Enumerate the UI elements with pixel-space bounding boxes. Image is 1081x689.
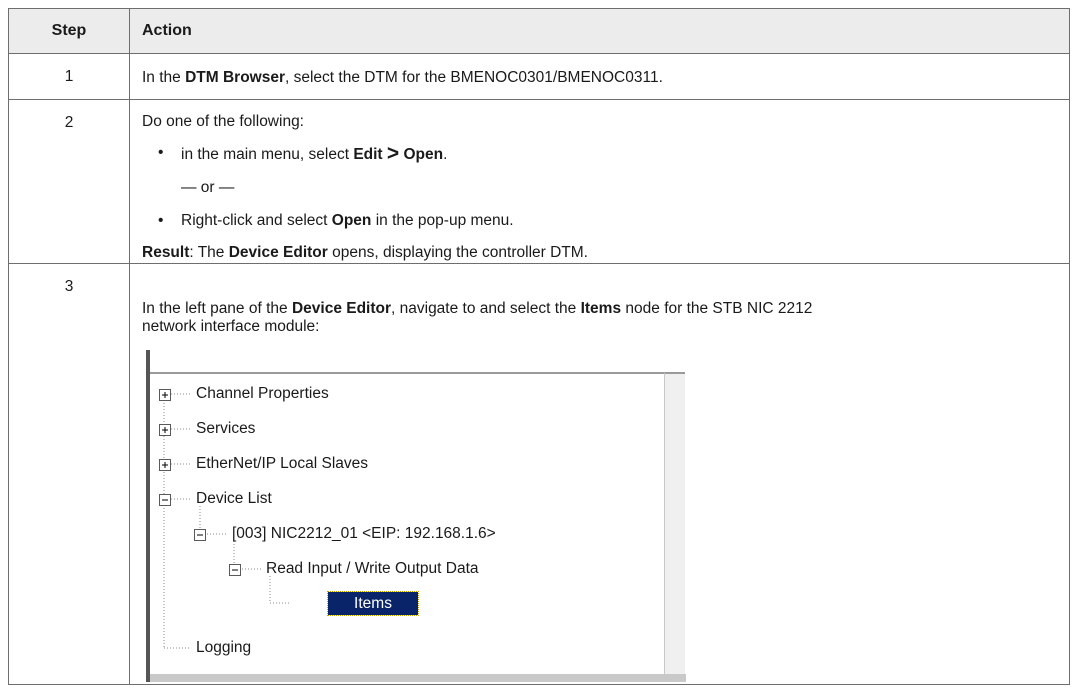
action-text: In the DTM Browser, select the DTM for t… <box>142 69 663 86</box>
tree-node-logging[interactable]: Logging <box>196 639 251 657</box>
step-number: 1 <box>8 53 130 100</box>
list-item: • in the main menu, select Edit > Open. <box>158 142 448 165</box>
expand-icon[interactable] <box>159 459 171 471</box>
collapse-icon[interactable] <box>229 564 241 576</box>
menu-separator-icon: > <box>386 142 400 165</box>
ui-term: Device Editor <box>291 300 392 317</box>
action-intro: Do one of the following: <box>142 113 304 130</box>
action-text: In the left pane of the Device Editor, n… <box>142 300 813 317</box>
tree-node-items-selected[interactable]: Items <box>327 591 419 616</box>
list-item: • Right-click and select Open in the pop… <box>158 212 514 229</box>
result-text: Result: The Device Editor opens, display… <box>142 244 588 261</box>
tree-node-device-list[interactable]: Device List <box>196 490 272 508</box>
action-cell: In the DTM Browser, select the DTM for t… <box>129 53 1070 100</box>
or-separator: — or — <box>181 179 235 196</box>
ui-term: Device Editor <box>228 244 328 261</box>
bullet-icon: • <box>158 144 164 161</box>
table-row: 3 In the left pane of the Device Editor,… <box>8 263 1070 685</box>
action-text: network interface module: <box>142 318 320 335</box>
tree-node-channel-properties[interactable]: Channel Properties <box>196 385 329 403</box>
action-header: Action <box>129 8 1070 54</box>
bullet-icon: • <box>158 212 164 229</box>
tree-node-nic2212[interactable]: [003] NIC2212_01 <EIP: 192.168.1.6> <box>232 525 496 543</box>
expand-icon[interactable] <box>159 424 171 436</box>
action-cell: Do one of the following: • in the main m… <box>129 99 1070 264</box>
expand-icon[interactable] <box>159 389 171 401</box>
device-editor-tree-screenshot: Channel Properties Services EtherNet/IP … <box>142 350 688 684</box>
table-row: 1 In the DTM Browser, select the DTM for… <box>8 53 1070 100</box>
ui-term: Items <box>580 300 622 317</box>
ui-term: Open <box>403 146 444 163</box>
header-row: Step Action <box>8 8 1070 54</box>
step-header: Step <box>8 8 130 54</box>
step-number: 2 <box>8 99 130 264</box>
tree-node-ethernet-ip-local-slaves[interactable]: EtherNet/IP Local Slaves <box>196 455 368 473</box>
table-row: 2 Do one of the following: • in the main… <box>8 99 1070 264</box>
ui-term: DTM Browser <box>185 69 285 86</box>
collapse-icon[interactable] <box>194 529 206 541</box>
tree-node-services[interactable]: Services <box>196 420 255 438</box>
collapse-icon[interactable] <box>159 494 171 506</box>
ui-term: Edit <box>353 146 383 163</box>
step-number: 3 <box>8 263 130 685</box>
action-cell: In the left pane of the Device Editor, n… <box>129 263 1070 685</box>
ui-term: Open <box>331 212 372 229</box>
tree-node-read-input-write-output[interactable]: Read Input / Write Output Data <box>266 560 479 578</box>
procedure-table: Step Action 1 In the DTM Browser, select… <box>8 8 1070 685</box>
